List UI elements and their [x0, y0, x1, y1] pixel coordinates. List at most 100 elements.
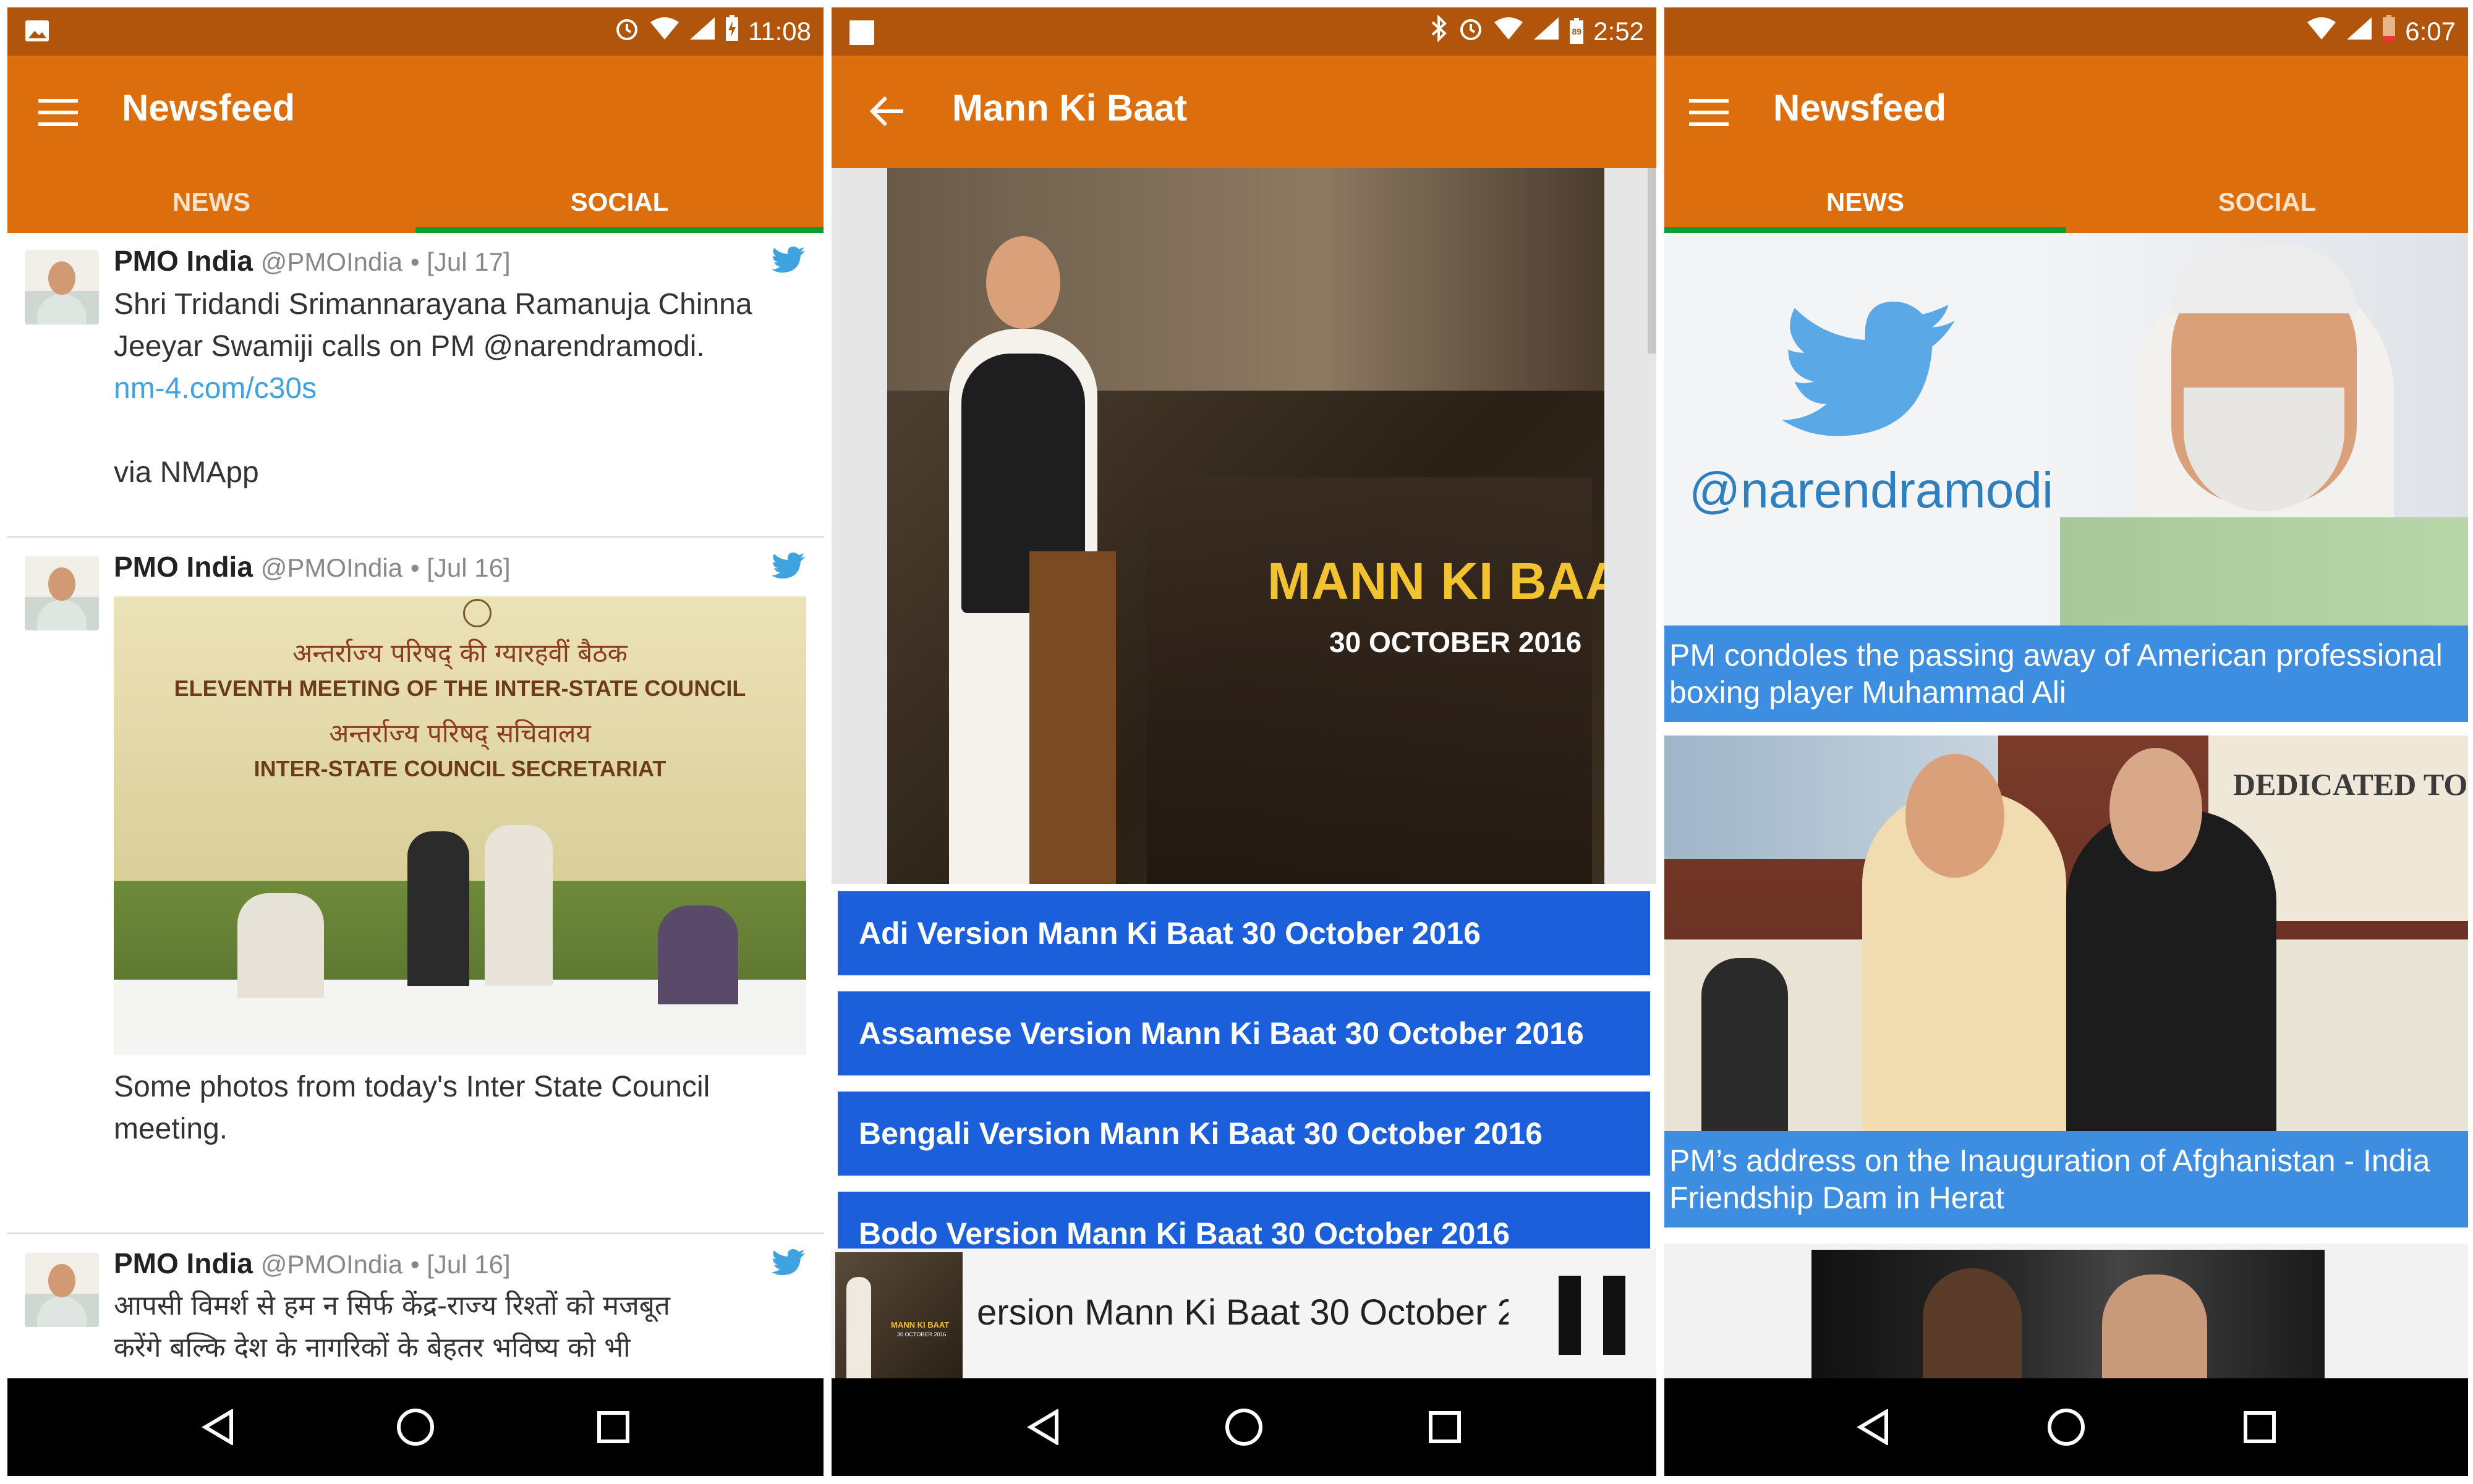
- back-nav-icon[interactable]: [1018, 1402, 1068, 1452]
- news-caption[interactable]: PM condoles the passing away of American…: [1664, 625, 2468, 722]
- photo-figure: [658, 905, 738, 1004]
- version-button-assamese[interactable]: Assamese Version Mann Ki Baat 30 October…: [838, 991, 1650, 1075]
- notification-square-icon: [849, 20, 875, 49]
- avatar: [25, 250, 99, 324]
- figure-right-head: [2109, 748, 2202, 871]
- back-nav-icon[interactable]: [1848, 1402, 1897, 1452]
- tab-social[interactable]: SOCIAL: [415, 168, 824, 233]
- photo-figure: [485, 825, 553, 986]
- tweet-text-line: Some photos from today's Inter State Cou…: [114, 1071, 710, 1103]
- version-button-bengali[interactable]: Bengali Version Mann Ki Baat 30 October …: [838, 1092, 1650, 1176]
- home-nav-icon[interactable]: [2041, 1402, 2091, 1452]
- tweet-handle: @PMOIndia: [260, 1250, 403, 1279]
- hero-banner: MANN KI BAAT 30 OCTOBER 2016: [832, 168, 1656, 884]
- tweet-text: आपसी विमर्श से हम न सिर्फ केंद्र-राज्य र…: [114, 1285, 799, 1369]
- tweet-header: PMO India @PMOIndia • [Jul 16]: [114, 1247, 780, 1280]
- tab-social[interactable]: SOCIAL: [2066, 168, 2468, 233]
- photo-figure: [407, 831, 469, 986]
- recents-nav-icon[interactable]: [589, 1402, 638, 1452]
- tweet-date: • [Jul 17]: [410, 247, 511, 276]
- version-button-adi[interactable]: Adi Version Mann Ki Baat 30 October 2016: [838, 891, 1650, 975]
- hero-image: MANN KI BAAT 30 OCTOBER 2016: [887, 168, 1604, 884]
- tweet-header: PMO India @PMOIndia • [Jul 17]: [114, 244, 780, 278]
- twitter-bird-icon: [1782, 301, 1955, 436]
- back-nav-icon[interactable]: [193, 1402, 242, 1452]
- app-bar: Mann Ki Baat: [832, 56, 1656, 168]
- tweet-text-line: Jeeyar Swamiji calls on PM @narendramodi…: [114, 330, 705, 363]
- photo-figure: [237, 893, 324, 998]
- recents-nav-icon[interactable]: [2235, 1402, 2284, 1452]
- news-card[interactable]: DEDICATED TO T PM’s address on the Inaug…: [1664, 736, 2468, 1236]
- twitter-bird-icon: [772, 247, 805, 273]
- version-button-bodo[interactable]: Bodo Version Mann Ki Baat 30 October 201…: [838, 1192, 1650, 1249]
- photo-english-title: ELEVENTH MEETING OF THE INTER-STATE COUN…: [174, 676, 746, 701]
- alarm-icon: [1457, 15, 1484, 48]
- bluetooth-icon: [1430, 14, 1449, 48]
- tweet-text-line: आपसी विमर्श से हम न सिर्फ केंद्र-राज्य र…: [114, 1290, 671, 1321]
- tweet-author: PMO India: [114, 245, 253, 277]
- news-card[interactable]: [1664, 1244, 2468, 1386]
- avatar: [25, 556, 99, 630]
- tab-bar: NEWS SOCIAL: [7, 168, 824, 233]
- system-nav-bar: [832, 1378, 1656, 1476]
- audio-player[interactable]: MANN KI BAAT 30 OCTOBER 2016 ersion Mann…: [832, 1249, 1656, 1380]
- figure-guard: [1701, 958, 1788, 1137]
- screen-newsfeed-news: 6:07 Newsfeed NEWS SOCIAL @narendramodi …: [1664, 7, 2468, 1476]
- tab-bar: NEWS SOCIAL: [1664, 168, 2468, 233]
- screen-mann-ki-baat: 89 2:52 Mann Ki Baat MANN KI BAAT 30 OCT…: [832, 7, 1656, 1476]
- twitter-bird-icon: [772, 553, 805, 579]
- system-nav-bar: [7, 1378, 824, 1476]
- home-nav-icon[interactable]: [1219, 1402, 1269, 1452]
- news-image-handle: @narendramodi: [1689, 462, 2054, 519]
- tweet-item[interactable]: PMO India @PMOIndia • [Jul 17] Shri Trid…: [7, 233, 824, 538]
- battery-charging-icon: [725, 15, 739, 48]
- signal-icon: [689, 16, 716, 47]
- news-image: DEDICATED TO T: [1664, 736, 2468, 1137]
- tweet-handle: @PMOIndia: [260, 553, 403, 582]
- tweet-text-line: करेंगे बल्कि देश के नागरिकों के बेहतर भव…: [114, 1332, 631, 1363]
- photo-english-sub: INTER-STATE COUNCIL SECRETARIAT: [253, 756, 666, 781]
- tweet-link[interactable]: nm-4.com/c30s: [114, 368, 799, 410]
- now-playing-title: ersion Mann Ki Baat 30 October 2: [977, 1292, 1509, 1333]
- tweet-author: PMO India: [114, 1247, 253, 1279]
- portrait-hair: [2171, 245, 2357, 313]
- status-bar: 89 2:52: [832, 7, 1656, 56]
- tweet-handle: @PMOIndia: [260, 247, 403, 276]
- recents-nav-icon[interactable]: [1420, 1402, 1470, 1452]
- alarm-icon: [613, 15, 641, 48]
- speaker-head: [986, 236, 1060, 329]
- image-notification-icon: [25, 20, 49, 45]
- hero-subtitle: 30 OCTOBER 2016: [1329, 626, 1582, 658]
- wifi-icon: [649, 16, 680, 47]
- back-arrow-icon[interactable]: [869, 95, 904, 130]
- thumb-title: MANN KI BAAT: [891, 1320, 950, 1329]
- status-time: 11:08: [748, 17, 811, 46]
- tab-news[interactable]: NEWS: [7, 168, 415, 233]
- tweet-photo[interactable]: अन्तर्राज्य परिषद् की ग्यारहवीं बैठक ELE…: [114, 596, 806, 1055]
- status-time: 6:07: [2405, 17, 2456, 46]
- hamburger-menu-icon[interactable]: [1689, 98, 1729, 130]
- home-nav-icon[interactable]: [391, 1402, 440, 1452]
- tab-news[interactable]: NEWS: [1664, 168, 2066, 233]
- page-title: Newsfeed: [122, 87, 296, 129]
- system-nav-bar: [1664, 1378, 2468, 1476]
- hamburger-menu-icon[interactable]: [38, 98, 78, 130]
- avatar: [25, 1253, 99, 1327]
- portrait-shawl: [2060, 517, 2468, 629]
- player-thumbnail: MANN KI BAAT 30 OCTOBER 2016: [835, 1252, 963, 1380]
- signal-icon: [1533, 16, 1560, 47]
- tweet-header: PMO India @PMOIndia • [Jul 16]: [114, 550, 780, 583]
- scrollbar[interactable]: [1648, 168, 1656, 354]
- status-bar: 11:08: [7, 7, 824, 56]
- audience: [1147, 477, 1592, 884]
- page-title: Newsfeed: [1773, 87, 1947, 129]
- tweet-text: Shri Tridandi Srimannarayana Ramanuja Ch…: [114, 284, 799, 494]
- tweet-item[interactable]: PMO India @PMOIndia • [Jul 16] अन्तर्राज…: [7, 538, 824, 1234]
- tweet-text: Some photos from today's Inter State Cou…: [114, 1066, 799, 1150]
- pause-icon[interactable]: [1559, 1276, 1625, 1355]
- photo-hindi-title: अन्तर्राज्य परिषद् की ग्यारहवीं बैठक: [292, 638, 628, 668]
- screen-newsfeed-social: 11:08 Newsfeed NEWS SOCIAL PMO India @PM…: [7, 7, 824, 1476]
- news-card[interactable]: @narendramodi PM condoles the passing aw…: [1664, 233, 2468, 727]
- tweet-author: PMO India: [114, 551, 253, 583]
- news-caption[interactable]: PM’s address on the Inauguration of Afgh…: [1664, 1131, 2468, 1227]
